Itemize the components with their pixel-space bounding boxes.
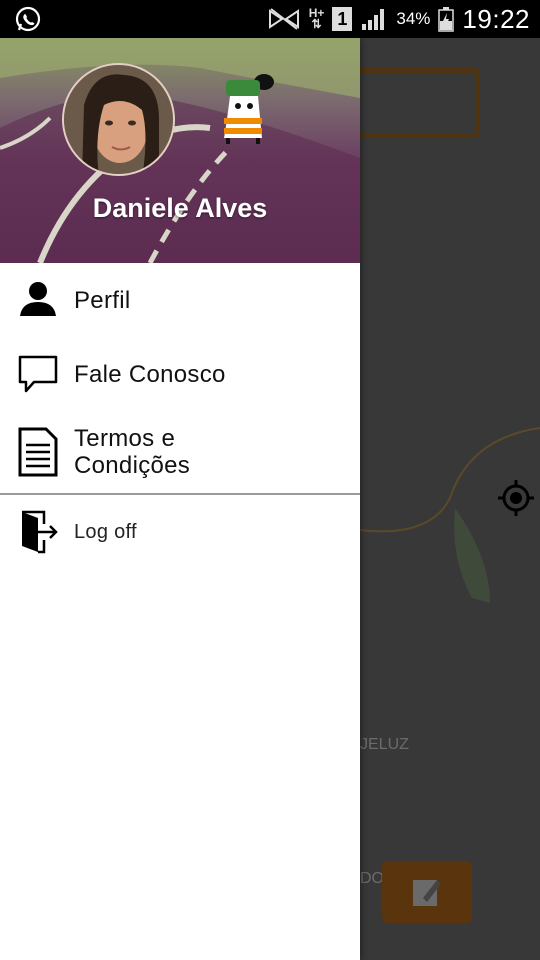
- drawer-header: Daniele Alves: [0, 38, 360, 263]
- status-bar: H+ ⇅ 1 34% 19:22: [0, 0, 540, 38]
- chat-icon: [18, 354, 58, 394]
- person-icon: [18, 280, 58, 320]
- user-name: Daniele Alves: [92, 193, 268, 223]
- avatar[interactable]: [62, 63, 175, 176]
- menu-item-termos[interactable]: Termos e Condições: [0, 411, 360, 493]
- data-arrows-icon: ⇅: [311, 17, 322, 31]
- logoff-label: Log off: [74, 520, 137, 543]
- navigation-drawer: Daniele Alves Perfil Fale Conosco Termos…: [0, 38, 360, 960]
- nfc-icon: [268, 8, 299, 30]
- logoff-button[interactable]: Log off: [0, 495, 360, 569]
- menu-item-label: Fale Conosco: [74, 360, 226, 388]
- edit-button: [382, 861, 472, 923]
- mascot-logo: [224, 74, 274, 144]
- sim-badge: 1: [332, 7, 353, 31]
- header-background-image: [0, 38, 360, 263]
- map-label: DO: [360, 870, 384, 887]
- map-background: JELUZ DO: [360, 38, 540, 960]
- battery-icon: [438, 7, 455, 32]
- menu-item-perfil[interactable]: Perfil: [0, 263, 360, 337]
- locate-me-icon: [498, 480, 534, 516]
- menu-item-label: Termos e Condições: [74, 425, 191, 479]
- avatar-photo: [64, 65, 173, 174]
- clock: 19:22: [462, 3, 530, 34]
- menu-item-label: Perfil: [74, 286, 131, 314]
- whatsapp-icon: [15, 6, 41, 32]
- map-label: JELUZ: [360, 736, 409, 753]
- drawer-menu: Perfil Fale Conosco Termos e Condições L…: [0, 263, 360, 569]
- menu-item-fale-conosco[interactable]: Fale Conosco: [0, 337, 360, 411]
- battery-percent: 34%: [396, 9, 431, 28]
- logout-icon: [18, 510, 58, 554]
- document-icon: [18, 427, 58, 477]
- signal-icon: [362, 9, 385, 30]
- edit-icon: [413, 880, 441, 906]
- network-type-icon: H+ ⇅: [309, 6, 325, 32]
